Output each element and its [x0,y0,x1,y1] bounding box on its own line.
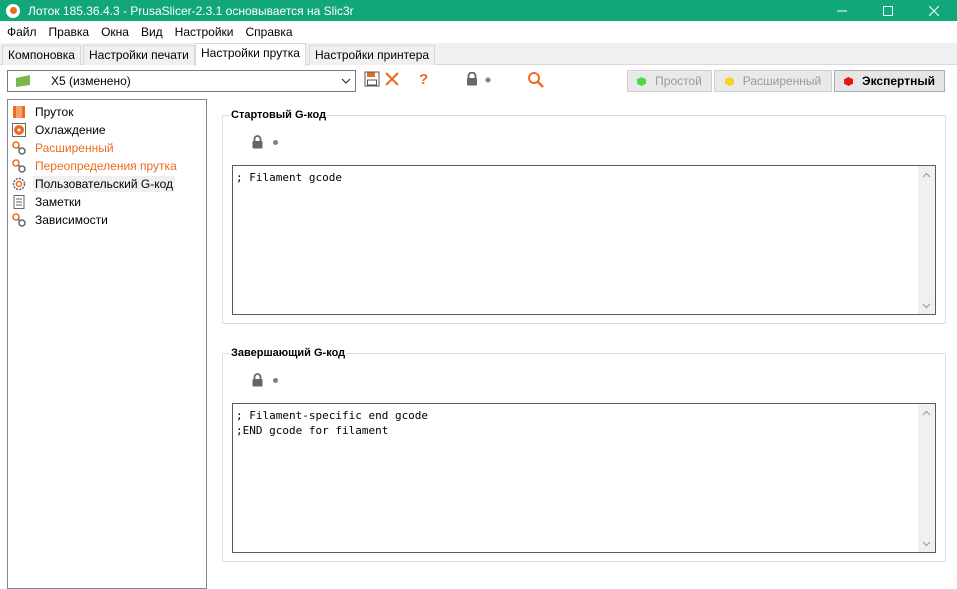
settings-tree: Пруток Охлаждение Расширенный Переопреде… [7,99,207,589]
window-title: Лоток 185.36.4.3 - PrusaSlicer-2.3.1 осн… [28,3,354,18]
tree-item-dependencies[interactable]: Зависимости [12,211,110,229]
preset-flag-icon [16,75,30,87]
minimize-button[interactable] [819,0,865,21]
bullet-icon [273,139,278,145]
search-icon[interactable] [527,71,545,89]
mode-advanced-label: Расширенный [742,74,822,88]
start-gcode-editor[interactable]: ; Filament gcode [232,165,936,315]
mode-expert-label: Экспертный [862,74,935,88]
simple-mode-hex-icon [637,76,647,86]
tree-item-label: Пруток [35,105,74,119]
prusaslicer-logo-icon [6,3,20,18]
lock-icon[interactable] [251,373,264,387]
tab-printer-settings[interactable]: Настройки принтера [309,45,436,65]
tree-item-custom-gcode[interactable]: Пользовательский G-код [12,175,175,193]
cooling-fan-icon [12,123,26,137]
maximize-button[interactable] [865,0,911,21]
lock-icon[interactable] [251,135,264,149]
start-gcode-scrollbar[interactable] [918,166,935,314]
chevron-up-icon [922,172,931,177]
scroll-up-arrow[interactable] [918,166,935,183]
tree-item-filament[interactable]: Пруток [12,103,75,121]
mode-simple-button[interactable]: Простой [627,70,712,92]
minimize-icon [837,10,847,11]
scroll-down-arrow[interactable] [918,297,935,314]
close-button[interactable] [911,0,957,21]
code-line: ; Filament gcode [236,171,342,184]
chevron-down-icon [341,78,351,84]
advanced-wrench-icon [12,141,26,155]
menu-file[interactable]: Файл [1,21,43,43]
delete-x-icon[interactable] [385,72,399,86]
preset-toolbar: X5 (изменено) ? Простой Расширенный Эксп… [0,66,957,96]
preset-value: X5 (изменено) [51,74,131,88]
menu-settings[interactable]: Настройки [169,21,240,43]
custom-gcode-gear-icon [12,177,26,191]
tree-item-label: Охлаждение [35,123,106,137]
filament-icon [12,105,26,119]
dependencies-wrench-icon [12,213,26,227]
menu-edit[interactable]: Правка [43,21,96,43]
tab-bar: Компоновка Настройки печати Настройки пр… [0,43,957,66]
scroll-up-arrow[interactable] [918,404,935,421]
tree-item-label: Расширенный [35,141,114,155]
start-gcode-lock-row [251,135,278,149]
code-line: ;END gcode for filament [236,424,389,437]
tree-item-notes[interactable]: Заметки [12,193,83,211]
end-gcode-title: Завершающий G-код [230,347,347,359]
start-gcode-title: Стартовый G-код [230,109,328,121]
chevron-down-icon [922,303,931,308]
expert-mode-hex-icon [844,76,854,86]
mode-simple-label: Простой [655,74,702,88]
tree-item-filament-overrides[interactable]: Переопределения прутка [12,157,179,175]
tab-print-settings[interactable]: Настройки печати [83,45,195,65]
end-gcode-editor[interactable]: ; Filament-specific end gcode ;END gcode… [232,403,936,553]
scroll-down-arrow[interactable] [918,535,935,552]
question-icon[interactable]: ? [418,71,430,87]
chevron-up-icon [922,410,931,415]
maximize-icon [883,5,893,16]
preset-combo[interactable]: X5 (изменено) [7,70,356,92]
tree-item-advanced[interactable]: Расширенный [12,139,116,157]
menu-help[interactable]: Справка [240,21,299,43]
menu-windows[interactable]: Окна [95,21,135,43]
svg-text:?: ? [419,71,428,87]
lock-icon[interactable] [465,72,479,86]
menu-bar: Файл Правка Окна Вид Настройки Справка [0,21,957,43]
advanced-mode-hex-icon [724,76,734,86]
window-controls [819,0,957,21]
tree-item-label: Переопределения прутка [35,159,177,173]
overrides-wrench-icon [12,159,26,173]
end-gcode-lock-row [251,373,278,387]
chevron-down-icon [922,541,931,546]
tree-item-cooling[interactable]: Охлаждение [12,121,108,139]
code-line: ; Filament-specific end gcode [236,409,429,422]
tab-plater[interactable]: Компоновка [2,45,81,65]
mode-advanced-button[interactable]: Расширенный [714,70,832,92]
notes-icon [12,195,26,209]
tree-item-label: Зависимости [35,213,108,227]
bullet-icon [273,377,278,383]
tree-item-label: Пользовательский G-код [33,176,175,192]
mode-expert-button[interactable]: Экспертный [834,70,945,92]
menu-view[interactable]: Вид [135,21,169,43]
tree-item-label: Заметки [35,195,81,209]
tab-filament-settings[interactable]: Настройки прутка [195,43,306,66]
end-gcode-scrollbar[interactable] [918,404,935,552]
title-bar: Лоток 185.36.4.3 - PrusaSlicer-2.3.1 осн… [0,0,957,21]
bullet-icon [485,77,491,83]
save-icon[interactable] [364,71,380,87]
close-icon [929,5,939,16]
